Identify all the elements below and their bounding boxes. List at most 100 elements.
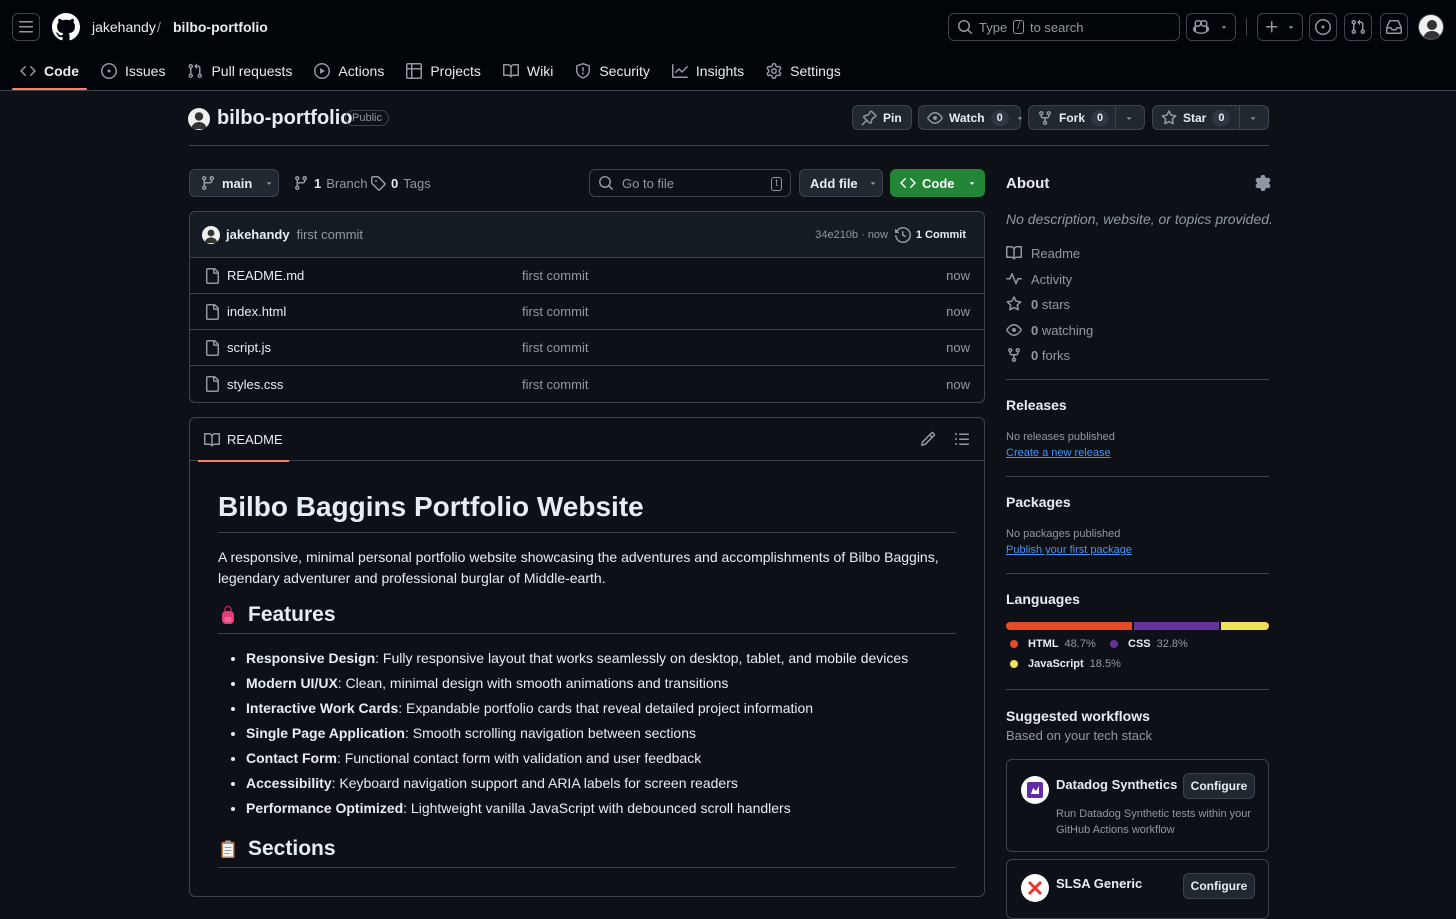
- file-name[interactable]: styles.css: [227, 377, 283, 392]
- global-header: jakehandy / bilbo-portfolio Type / to se…: [0, 0, 1456, 91]
- commit-hash-time[interactable]: 34e210b · now: [815, 229, 888, 241]
- file-name[interactable]: index.html: [227, 304, 286, 319]
- forks-link[interactable]: 0 forks: [1006, 347, 1070, 363]
- user-avatar[interactable]: [1418, 14, 1444, 40]
- readme-panel: README Bilbo Baggins Portfolio Website A…: [189, 417, 985, 897]
- tab-label: Projects: [430, 62, 481, 79]
- pull-requests-button[interactable]: [1344, 13, 1372, 41]
- file-commit-message[interactable]: first commit: [522, 377, 588, 392]
- tab-wiki[interactable]: Wiki: [495, 52, 561, 89]
- workflow-name[interactable]: Datadog Synthetics: [1056, 777, 1177, 792]
- book-icon: [502, 63, 519, 79]
- tags-link[interactable]: 0 Tags: [370, 175, 431, 191]
- copilot-button[interactable]: [1186, 13, 1236, 41]
- language-bar-segment: [1221, 622, 1269, 630]
- tab-code[interactable]: Code: [12, 52, 87, 90]
- watch-button[interactable]: Watch 0: [918, 105, 1022, 130]
- language-javascript[interactable]: JavaScript 18.5%: [1010, 658, 1121, 670]
- star-count: 0: [1212, 109, 1231, 126]
- visibility-badge: Public: [345, 110, 389, 126]
- readme-link[interactable]: Readme: [1006, 245, 1080, 261]
- fork-dropdown[interactable]: [1116, 106, 1142, 129]
- star-dropdown[interactable]: [1240, 106, 1266, 129]
- tab-insights[interactable]: Insights: [664, 52, 752, 89]
- file-commit-message[interactable]: first commit: [522, 340, 588, 355]
- file-name[interactable]: script.js: [227, 340, 271, 355]
- star-icon: [1006, 296, 1022, 312]
- star-icon: [1161, 109, 1177, 126]
- tab-readme[interactable]: README: [198, 418, 289, 462]
- gear-icon[interactable]: [1255, 175, 1271, 191]
- repo-owner-avatar[interactable]: [188, 108, 210, 130]
- inbox-icon: [1386, 19, 1402, 35]
- tab-issues[interactable]: Issues: [93, 52, 173, 89]
- inbox-button[interactable]: [1380, 13, 1408, 41]
- tag-count: 0: [391, 175, 399, 191]
- watching-link[interactable]: 0 watching: [1006, 322, 1093, 338]
- add-file-button[interactable]: Add file: [799, 169, 883, 197]
- history-icon: [894, 226, 911, 243]
- pull-request-icon: [1350, 19, 1366, 35]
- feature-text: : Lightweight vanilla JavaScript with de…: [403, 800, 791, 816]
- avatar[interactable]: [202, 225, 220, 244]
- configure-button[interactable]: Configure: [1183, 773, 1255, 799]
- breadcrumb-owner[interactable]: jakehandy: [92, 19, 156, 35]
- list-icon[interactable]: [954, 431, 970, 447]
- language-html[interactable]: HTML 48.7%: [1010, 638, 1096, 650]
- commit-author[interactable]: jakehandy: [226, 227, 290, 242]
- file-commit-message[interactable]: first commit: [522, 268, 588, 283]
- issues-button[interactable]: [1309, 13, 1337, 41]
- breadcrumb-repo[interactable]: bilbo-portfolio: [173, 19, 268, 35]
- tab-pull-requests[interactable]: Pull requests: [179, 52, 300, 89]
- tab-label: Insights: [695, 62, 745, 79]
- issue-icon: [1315, 19, 1331, 35]
- fork-icon: [1037, 110, 1053, 126]
- file-name[interactable]: README.md: [227, 268, 304, 283]
- repo-title[interactable]: bilbo-portfolio: [217, 107, 353, 130]
- table-icon: [406, 62, 423, 79]
- commits-link[interactable]: 1 Commit: [894, 226, 966, 243]
- fork-button[interactable]: Fork 0: [1028, 105, 1145, 130]
- search-suffix: to search: [1029, 19, 1084, 35]
- language-percent: 48.7%: [1064, 638, 1096, 650]
- tag-label: Tags: [403, 175, 431, 191]
- github-logo-icon[interactable]: [52, 13, 80, 41]
- branches-link[interactable]: 1 Branch: [293, 175, 367, 191]
- go-to-file-input[interactable]: Go to file t: [589, 169, 791, 197]
- table-row[interactable]: README.md first commit now: [190, 258, 984, 294]
- code-icon: [900, 175, 916, 191]
- pencil-icon[interactable]: [920, 431, 936, 447]
- file-commit-message[interactable]: first commit: [522, 304, 588, 319]
- tab-actions[interactable]: Actions: [306, 52, 392, 89]
- code-button[interactable]: Code: [890, 169, 985, 197]
- pin-button[interactable]: Pin: [852, 105, 912, 130]
- menu-button[interactable]: [12, 13, 40, 41]
- table-row[interactable]: script.js first commit now: [190, 330, 984, 366]
- create-new-button[interactable]: [1257, 13, 1303, 41]
- tab-security[interactable]: Security: [567, 52, 658, 89]
- add-file-label: Add file: [810, 175, 858, 191]
- slsa-logo-icon: [1021, 874, 1049, 902]
- table-row[interactable]: styles.css first commit now: [190, 366, 984, 402]
- chevron-down-icon: [264, 175, 274, 191]
- publish-package-link[interactable]: Publish your first package: [1006, 544, 1132, 556]
- language-css[interactable]: CSS 32.8%: [1110, 638, 1188, 650]
- table-row[interactable]: index.html first commit now: [190, 294, 984, 330]
- stars-link[interactable]: 0 stars: [1006, 296, 1070, 312]
- title-divider: [189, 145, 1269, 146]
- star-button[interactable]: Star 0: [1152, 105, 1269, 130]
- activity-link[interactable]: Activity: [1006, 271, 1072, 287]
- branch-selector[interactable]: main: [189, 169, 279, 197]
- tab-projects[interactable]: Projects: [398, 52, 489, 89]
- star-label: Star: [1183, 110, 1207, 125]
- global-search[interactable]: Type / to search: [948, 13, 1180, 41]
- releases-heading[interactable]: Releases: [1006, 397, 1067, 413]
- feature-name: Performance Optimized: [246, 800, 404, 816]
- configure-button[interactable]: Configure: [1183, 873, 1255, 899]
- packages-heading[interactable]: Packages: [1006, 494, 1071, 510]
- create-release-link[interactable]: Create a new release: [1006, 447, 1111, 459]
- commit-message[interactable]: first commit: [297, 227, 363, 242]
- latest-commit-row: jakehandy first commit 34e210b · now 1 C…: [190, 212, 984, 258]
- shield-icon: [575, 62, 591, 79]
- tab-settings[interactable]: Settings: [758, 52, 849, 89]
